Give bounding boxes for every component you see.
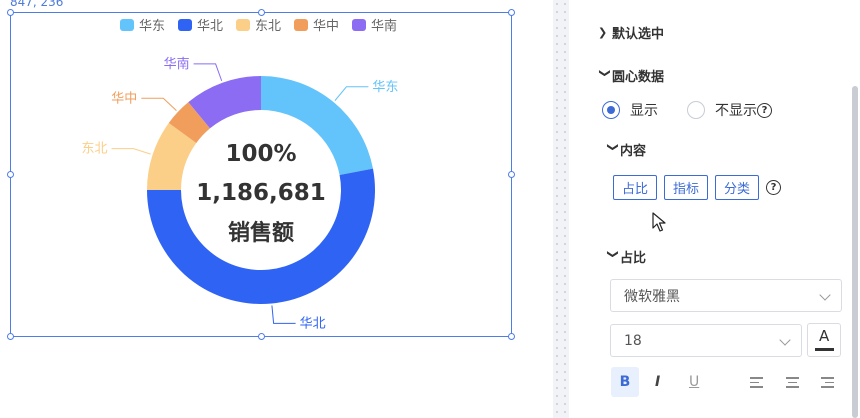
section-title: 默认选中: [612, 27, 665, 42]
legend-swatch-3[interactable]: [236, 19, 250, 31]
slice-label-1: 华东: [372, 80, 398, 95]
align-left-icon[interactable]: [750, 377, 763, 391]
chevron-down-icon: ❯: [606, 249, 620, 259]
chevron-right-icon: ❯: [598, 26, 608, 39]
section-center-data[interactable]: ❯ 圆心数据: [598, 66, 665, 86]
legend-label-5[interactable]: 华南: [371, 18, 397, 34]
slice-label-3: 东北: [82, 142, 108, 157]
radio-hide[interactable]: 不显示 ?: [687, 100, 772, 120]
content-metric-button[interactable]: 指标: [664, 175, 709, 200]
section-title: 内容: [620, 144, 647, 159]
slice-label-5: 华南: [164, 56, 190, 72]
legend-label-3[interactable]: 东北: [255, 19, 281, 34]
center-value: 1,186,681: [196, 180, 326, 206]
legend-label-1[interactable]: 华东: [139, 19, 165, 34]
legend-label-2[interactable]: 华北: [197, 19, 223, 34]
help-icon[interactable]: ?: [766, 180, 782, 195]
donut-chart[interactable]: 华东 华北 东北 华中 华南 华东华北东北华中华南 100% 1,186,681 销售额: [0, 0, 553, 418]
italic-button[interactable]: I: [655, 374, 660, 390]
chevron-down-icon: [819, 289, 831, 301]
legend-swatch-2[interactable]: [178, 19, 192, 31]
section-proportion[interactable]: ❯ 占比: [606, 247, 647, 267]
section-title: 占比: [620, 251, 647, 266]
slice-leader-line-2: [271, 305, 296, 324]
legend-swatch-5[interactable]: [352, 19, 366, 31]
canvas-gutter: [553, 0, 569, 418]
radio-show-label: 显示: [630, 103, 658, 119]
slice-label-2: 华北: [300, 316, 326, 331]
center-percent: 100%: [225, 141, 296, 167]
legend-swatch-1[interactable]: [120, 19, 134, 31]
chevron-down-icon: ❯: [598, 68, 612, 78]
content-category-button[interactable]: 分类: [715, 175, 760, 200]
font-family-value: 微软雅黑: [624, 288, 680, 305]
bold-button[interactable]: B: [611, 367, 639, 397]
align-right-icon[interactable]: [821, 377, 834, 391]
font-size-select[interactable]: 18: [610, 324, 802, 357]
chevron-down-icon: [779, 334, 791, 346]
panel-scrollbar[interactable]: [852, 86, 858, 418]
underline-button[interactable]: U: [689, 374, 699, 390]
slice-leader-line-5: [193, 63, 223, 82]
font-color-button[interactable]: A: [807, 323, 841, 357]
content-proportion-button[interactable]: 占比: [613, 175, 658, 200]
slice-label-4: 华中: [111, 91, 137, 106]
chart-legend: 华东 华北 东北 华中 华南: [120, 18, 397, 34]
align-center-icon[interactable]: [786, 377, 799, 391]
slice-leader-line-1: [334, 86, 369, 101]
font-size-value: 18: [624, 332, 642, 349]
design-canvas[interactable]: 847, 236 华东 华北 东北 华中 华南 华东 华北 东北 华中 华南 100% 1,18…: [0, 0, 553, 418]
chevron-down-icon: ❯: [606, 142, 620, 152]
radio-hide-label: 不显示: [715, 103, 757, 119]
section-title: 圆心数据: [612, 70, 665, 85]
radio-hide-indicator[interactable]: [687, 101, 705, 119]
legend-swatch-4[interactable]: [294, 19, 308, 31]
slice-leader-line-3: [111, 148, 151, 155]
app-stage: 847, 236 华东 华北 东北 华中 华南 华东 华北 东北 华中 华南 100% 1,18…: [0, 0, 860, 418]
font-family-select[interactable]: 微软雅黑: [610, 279, 842, 312]
radio-show-indicator[interactable]: [602, 101, 620, 119]
legend-label-4[interactable]: 华中: [313, 19, 339, 34]
mouse-pointer-icon: [652, 212, 666, 232]
font-color-icon: A: [819, 327, 830, 345]
font-color-swatch: [815, 348, 834, 351]
section-content[interactable]: ❯ 内容: [606, 140, 647, 160]
section-default-selected[interactable]: ❯ 默认选中: [598, 23, 664, 42]
content-buttons: 占比 指标 分类 ?: [613, 175, 782, 200]
slice-leader-line-4: [141, 97, 177, 111]
radio-show[interactable]: 显示: [602, 100, 658, 120]
properties-panel: ❯ 默认选中 ❯ 圆心数据 显示 不显示 ? ❯ 内容 占比 指标 分类 ? ❯: [569, 0, 860, 418]
help-icon[interactable]: ?: [757, 102, 772, 118]
center-metric: 销售额: [228, 220, 294, 246]
